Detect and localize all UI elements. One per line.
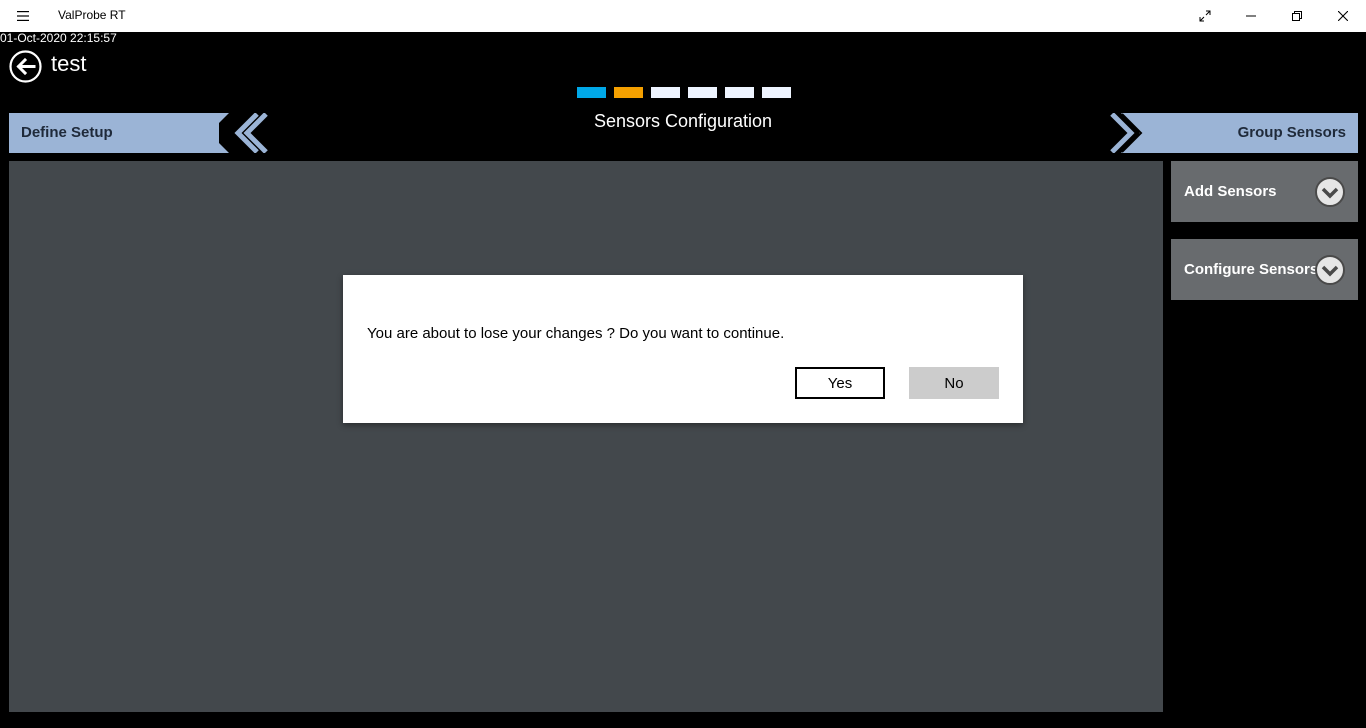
double-chevron-left-icon xyxy=(219,113,269,153)
chevron-down-icon xyxy=(1315,255,1345,285)
wizard-step-1-completed xyxy=(577,87,606,98)
confirm-dialog: You are about to lose your changes ? Do … xyxy=(343,275,1023,423)
add-sensors-button[interactable]: Add Sensors xyxy=(1171,161,1358,222)
title-bar: ValProbe RT xyxy=(0,0,1366,32)
expand-icon[interactable] xyxy=(1182,0,1228,32)
no-button[interactable]: No xyxy=(909,367,999,399)
next-step-button[interactable]: Group Sensors xyxy=(1109,113,1358,153)
wizard-step-5-pending xyxy=(725,87,754,98)
minimize-icon[interactable] xyxy=(1228,0,1274,32)
wizard-step-2-current xyxy=(614,87,643,98)
next-step-label: Group Sensors xyxy=(1237,124,1346,141)
prev-step-label: Define Setup xyxy=(21,124,113,141)
app-title: ValProbe RT xyxy=(58,8,126,22)
wizard-step-6-pending xyxy=(762,87,791,98)
yes-button[interactable]: Yes xyxy=(795,367,885,399)
sensor-workspace xyxy=(9,161,1163,712)
close-icon[interactable] xyxy=(1320,0,1366,32)
dialog-message: You are about to lose your changes ? Do … xyxy=(367,325,785,342)
timestamp: 01-Oct-2020 22:15:57 xyxy=(0,31,117,45)
configure-sensors-button[interactable]: Configure Sensors xyxy=(1171,239,1358,300)
configure-sensors-label: Configure Sensors xyxy=(1184,261,1319,278)
wizard-step-3-pending xyxy=(651,87,680,98)
back-arrow-icon[interactable] xyxy=(9,50,42,83)
page-title: test xyxy=(51,51,87,76)
restore-icon[interactable] xyxy=(1274,0,1320,32)
add-sensors-label: Add Sensors xyxy=(1184,183,1277,200)
double-chevron-right-icon xyxy=(1109,113,1143,153)
hamburger-icon[interactable] xyxy=(12,8,34,24)
wizard-step-4-pending xyxy=(688,87,717,98)
chevron-down-icon xyxy=(1315,177,1345,207)
wizard-progress xyxy=(577,87,791,98)
prev-step-button[interactable]: Define Setup xyxy=(9,113,269,153)
